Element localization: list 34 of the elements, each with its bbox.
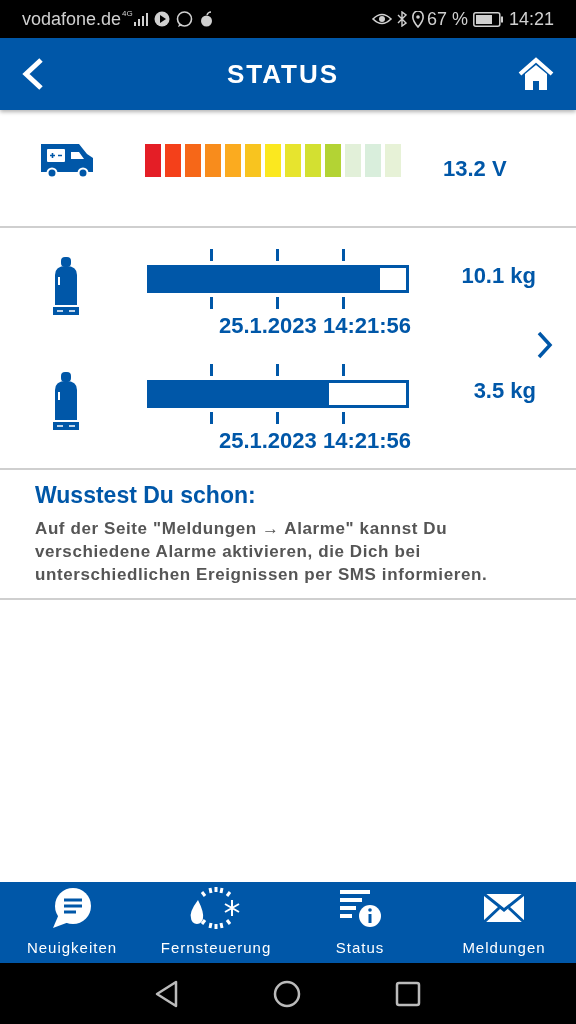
battery-icon [472,11,503,27]
home-button[interactable] [518,57,554,91]
bluetooth-icon [396,11,407,27]
page-title: STATUS [226,57,340,91]
gas-bottle-icon [52,371,80,430]
nav-tab[interactable]: Meldungen [432,882,576,963]
gas-weight-reading: 3.5 kg [472,377,536,405]
camper-battery-icon [39,142,95,178]
back-nav-button[interactable] [155,979,179,1008]
carrier-name: vodafone.de [22,7,122,31]
voltage-reading: 13.2 V [443,154,507,183]
chat-icon [175,10,193,28]
signal-icon [133,12,148,26]
apple-icon [198,11,214,27]
list-info-icon [338,887,382,928]
play-icon [153,11,170,27]
recents-nav-button[interactable] [395,980,421,1007]
battery-percent: 67 % [426,7,468,31]
eye-icon [371,12,392,26]
chat-bubble-icon [51,886,93,929]
tip-text: Auf der Seite "Meldungen → Alarme" kannst Du verschiedene Alarme aktivieren, die Dich bei unterschiedlichen Ereignissen per SMS informieren. [35,517,489,586]
measurement-time: 25.1.2023 14:21:56 [218,427,411,455]
nav-tab[interactable]: Status [288,882,432,963]
measurement-time: 25.1.2023 14:21:56 [218,312,411,340]
clock: 14:21 [508,7,554,31]
home-nav-button[interactable] [273,979,301,1008]
nav-tab[interactable]: Neuigkeiten [0,882,144,963]
nav-tab[interactable]: Fernsteuerung [144,882,288,963]
location-icon [411,10,424,28]
gas-bottle-icon [52,256,80,315]
network-type: 4G [122,8,133,20]
envelope-icon [483,892,525,923]
gas-weight-reading: 10.1 kg [460,262,536,290]
tip-title: Wusstest Du schon: [35,481,257,510]
